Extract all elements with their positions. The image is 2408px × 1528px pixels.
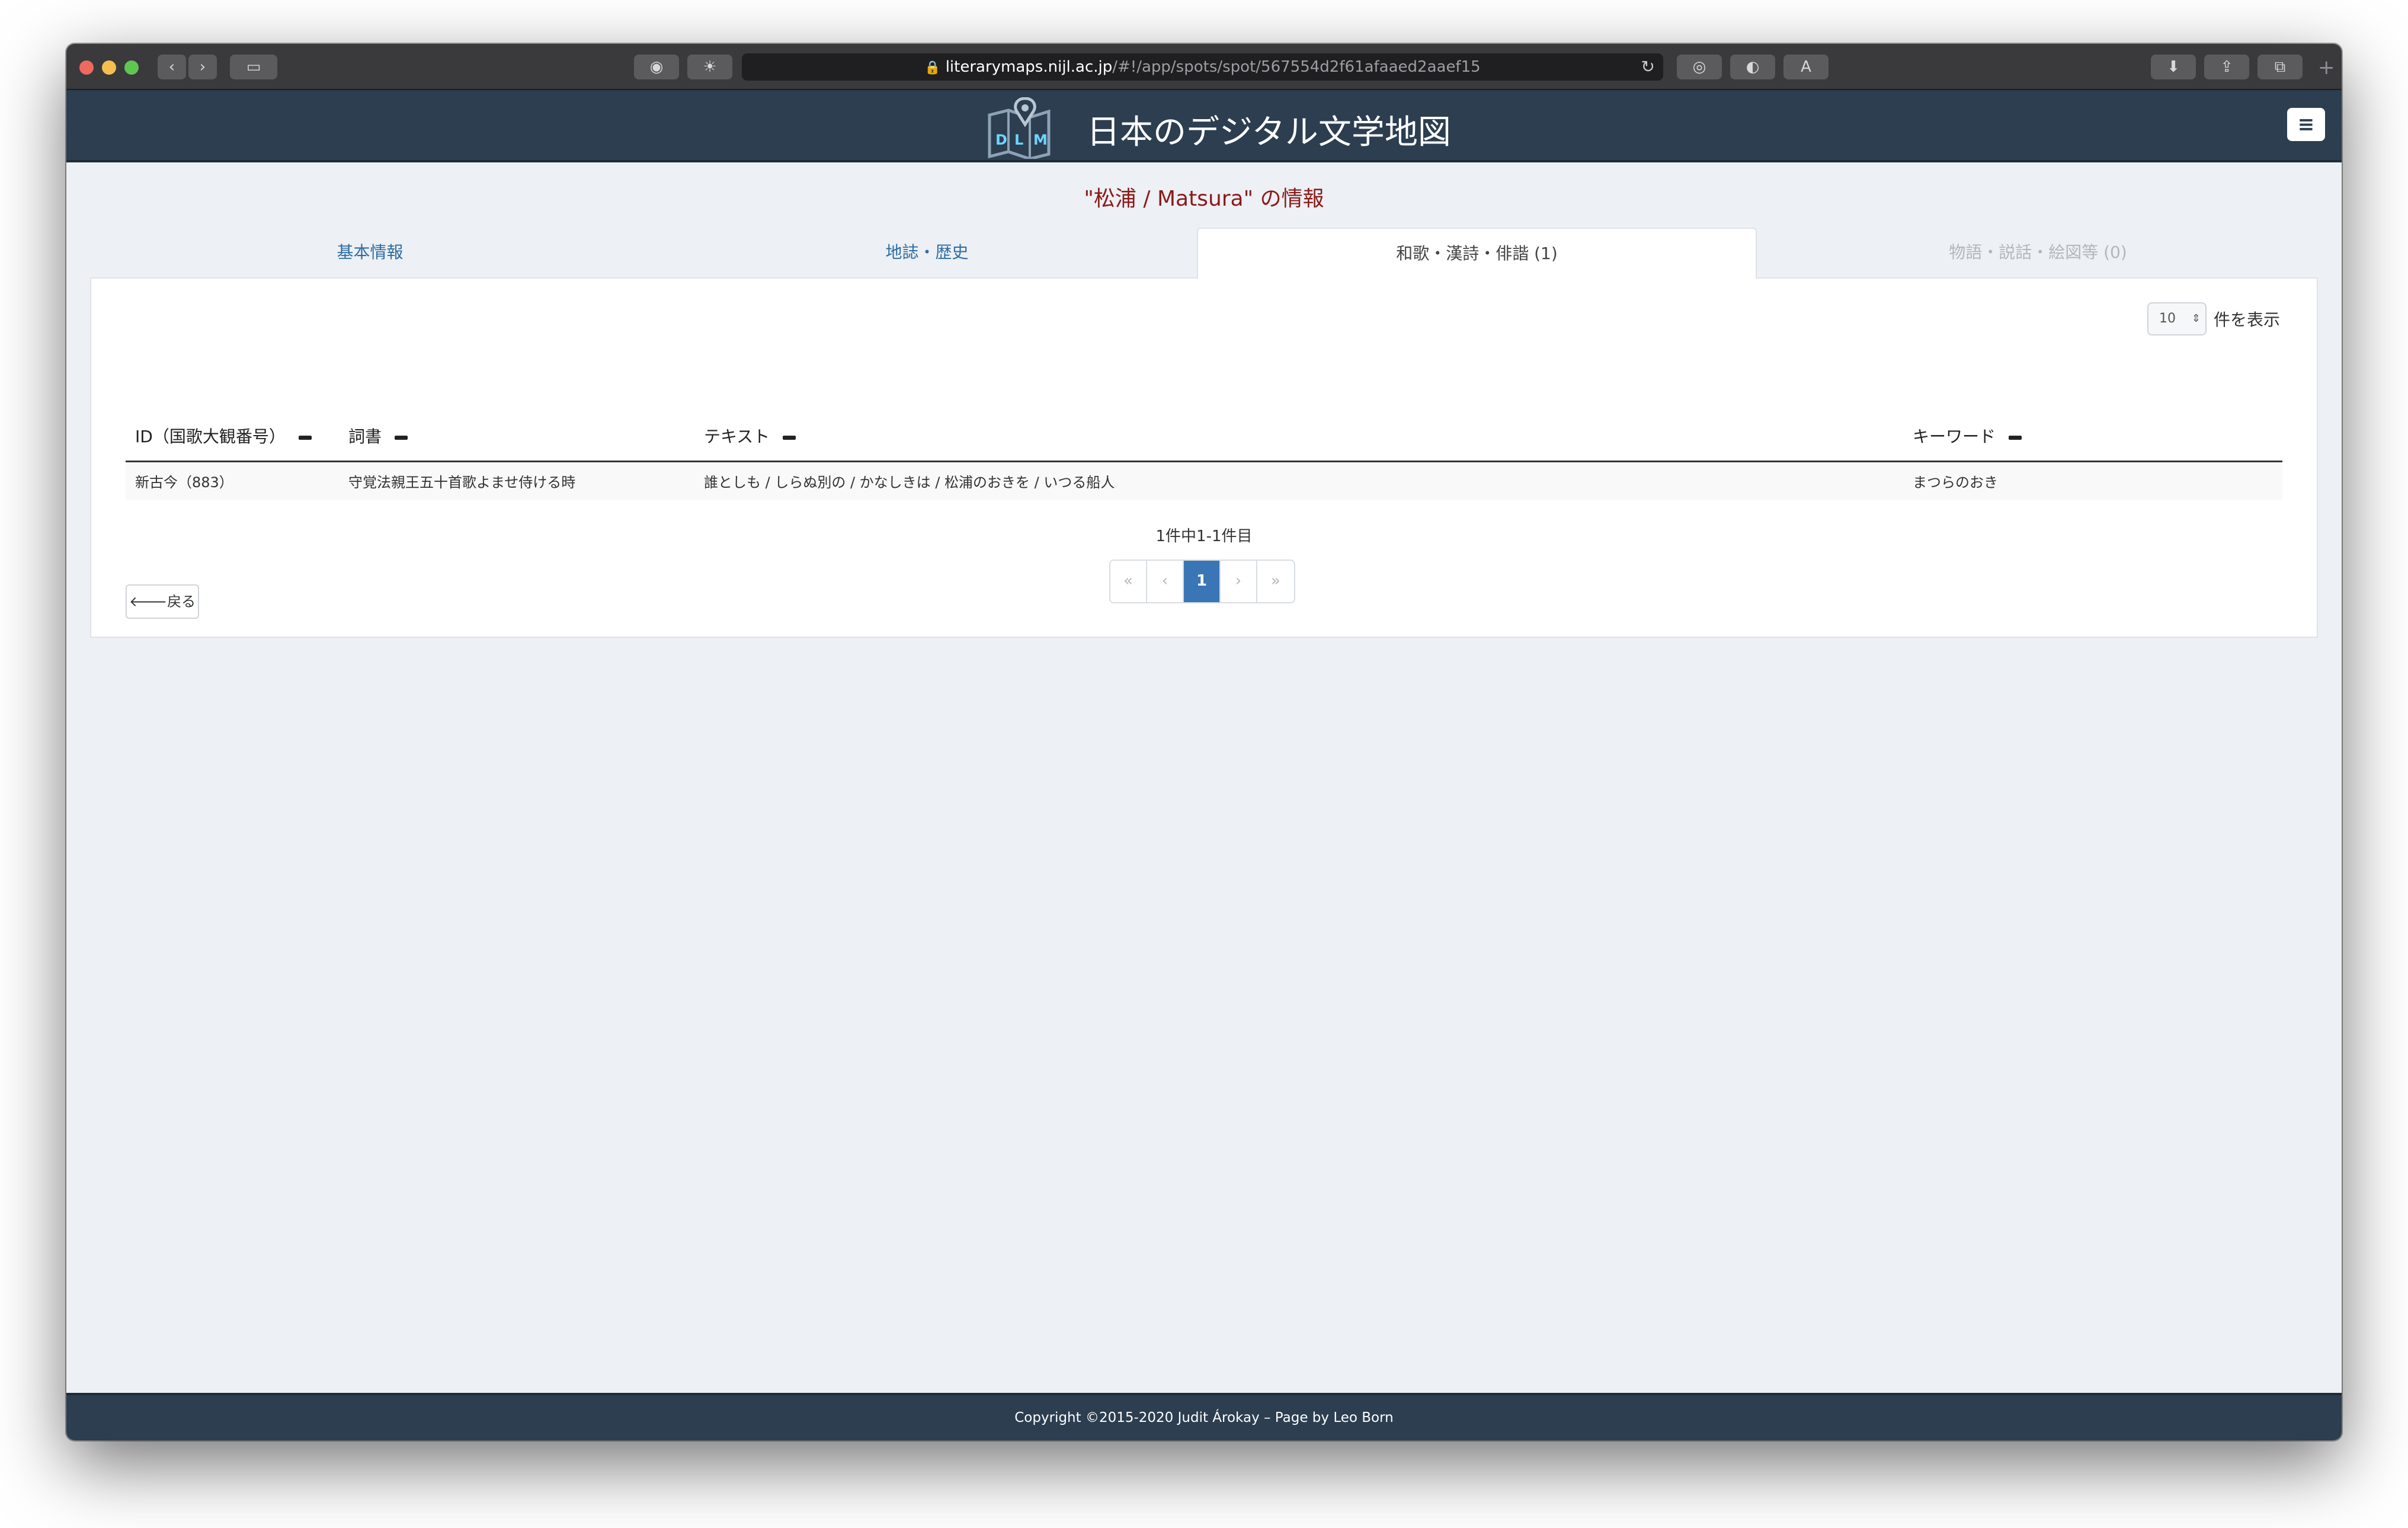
page-title: "松浦 / Matsura" の情報	[1084, 187, 1324, 211]
logo-letter-m: M	[1033, 132, 1048, 148]
logo-letter-l: L	[1014, 132, 1023, 148]
table-header-row: ID（国歌大観番号） 詞書 テキスト キーワード	[126, 411, 2282, 462]
back-button[interactable]: 🡐戻る	[126, 584, 199, 619]
page-1-button[interactable]: 1	[1184, 561, 1221, 602]
column-header-label: 詞書	[348, 427, 382, 447]
sort-toggle-icon[interactable]	[2009, 435, 2022, 440]
forward-arrow-icon[interactable]: ›	[188, 55, 217, 79]
tab-narratives: 物語・説話・絵図等 (0)	[1949, 242, 2127, 262]
minimize-window-button[interactable]	[102, 60, 116, 75]
back-arrow-icon[interactable]: ‹	[158, 55, 186, 79]
cell-id: 新古今（883）	[126, 461, 339, 500]
sidebar-toggle-icon[interactable]: ▭	[230, 55, 277, 79]
column-header-keyword[interactable]: キーワード	[1903, 411, 2282, 462]
column-header-preface[interactable]: 詞書	[339, 411, 694, 462]
browser-window: ‹ › ▭ ◉ ☀ 🔒 literarymaps.nijl.ac.jp/#!/ap…	[66, 44, 2342, 1440]
hamburger-menu-icon[interactable]: ≡	[2287, 108, 2325, 141]
tab-topography-history[interactable]: 地誌・歴史	[647, 228, 1207, 279]
back-button-label: 戻る	[167, 593, 196, 610]
lock-icon: 🔒	[924, 60, 941, 75]
page-size-select[interactable]: 10 ⇕	[2147, 302, 2207, 335]
app-header: D L M 日本のデジタル文学地図	[66, 90, 2342, 162]
updown-arrow-icon: ⇕	[2191, 312, 2201, 325]
tab-bar: 基本情報 地誌・歴史 和歌・漢詩・俳諧 (1) 物語・説話・絵図等 (0)	[90, 228, 2318, 279]
cell-keyword: まつらのおき	[1903, 461, 2282, 500]
tab-basic-info[interactable]: 基本情報	[90, 228, 650, 279]
dlm-logo-icon[interactable]: D L M	[986, 97, 1052, 159]
extension-shield-icon[interactable]: ◐	[1730, 55, 1775, 79]
page-size-value: 10	[2159, 311, 2176, 326]
extension-privacy-icon[interactable]: ◎	[1677, 55, 1722, 79]
first-page-button[interactable]: «	[1110, 561, 1147, 602]
table-row[interactable]: 新古今（883） 守覚法親王五十首歌よませ侍ける時 誰としも / しらぬ別の /…	[126, 461, 2282, 500]
page-size-control: 10 ⇕ 件を表示	[2147, 302, 2280, 335]
address-bar[interactable]: 🔒 literarymaps.nijl.ac.jp/#!/app/spots/sp…	[742, 53, 1663, 81]
sort-toggle-icon[interactable]	[395, 435, 408, 440]
close-window-button[interactable]	[79, 60, 94, 75]
app-title[interactable]: 日本のデジタル文学地図	[1087, 106, 1451, 154]
tab-poetry[interactable]: 和歌・漢詩・俳諧 (1)	[1197, 228, 1757, 279]
column-header-label: ID（国歌大観番号）	[135, 427, 286, 447]
share-icon[interactable]: ⇪	[2204, 55, 2249, 79]
cell-text: 誰としも / しらぬ別の / かなしきは / 松浦のおきを / いつる船人	[694, 461, 1903, 500]
browser-toolbar: ‹ › ▭ ◉ ☀ 🔒 literarymaps.nijl.ac.jp/#!/ap…	[66, 44, 2342, 90]
previous-page-button[interactable]: ‹	[1147, 561, 1184, 602]
reload-icon[interactable]: ↻	[1641, 53, 1655, 81]
zoom-window-button[interactable]	[124, 60, 139, 75]
column-header-text[interactable]: テキスト	[694, 411, 1903, 462]
poems-table: ID（国歌大観番号） 詞書 テキスト キーワード 新古今（883） 守覚法親王五…	[126, 411, 2282, 500]
downloads-icon[interactable]: ⬇	[2151, 55, 2196, 79]
extension-translate-icon[interactable]: A	[1783, 55, 1829, 79]
sort-toggle-icon[interactable]	[783, 435, 796, 440]
column-header-label: キーワード	[1913, 427, 1996, 447]
logo-letter-d: D	[995, 132, 1007, 148]
pagination-info: 1件中1-1件目	[1155, 528, 1253, 545]
page-footer: Copyright ©2015-2020 Judit Árokay – Page…	[66, 1393, 2342, 1440]
column-header-label: テキスト	[704, 427, 770, 447]
last-page-button[interactable]: »	[1257, 561, 1294, 602]
cell-preface: 守覚法親王五十首歌よませ侍ける時	[339, 461, 694, 500]
url-host: literarymaps.nijl.ac.jp	[945, 58, 1113, 76]
new-tab-icon[interactable]: +	[2318, 56, 2335, 79]
pagination: « ‹ 1 › »	[1109, 560, 1295, 603]
column-header-id[interactable]: ID（国歌大観番号）	[126, 411, 339, 462]
url-path: /#!/app/spots/spot/567554d2f61afaaed2aae…	[1112, 58, 1481, 76]
sort-toggle-icon[interactable]	[298, 435, 312, 440]
next-page-button[interactable]: ›	[1221, 561, 1257, 602]
page-size-label: 件を表示	[2214, 310, 2281, 330]
extension-brightness-icon[interactable]: ☀	[687, 55, 732, 79]
tabs-overview-icon[interactable]: ⧉	[2258, 55, 2303, 79]
arrow-left-icon: 🡐	[129, 593, 168, 610]
extension-1password-icon[interactable]: ◉	[634, 55, 679, 79]
